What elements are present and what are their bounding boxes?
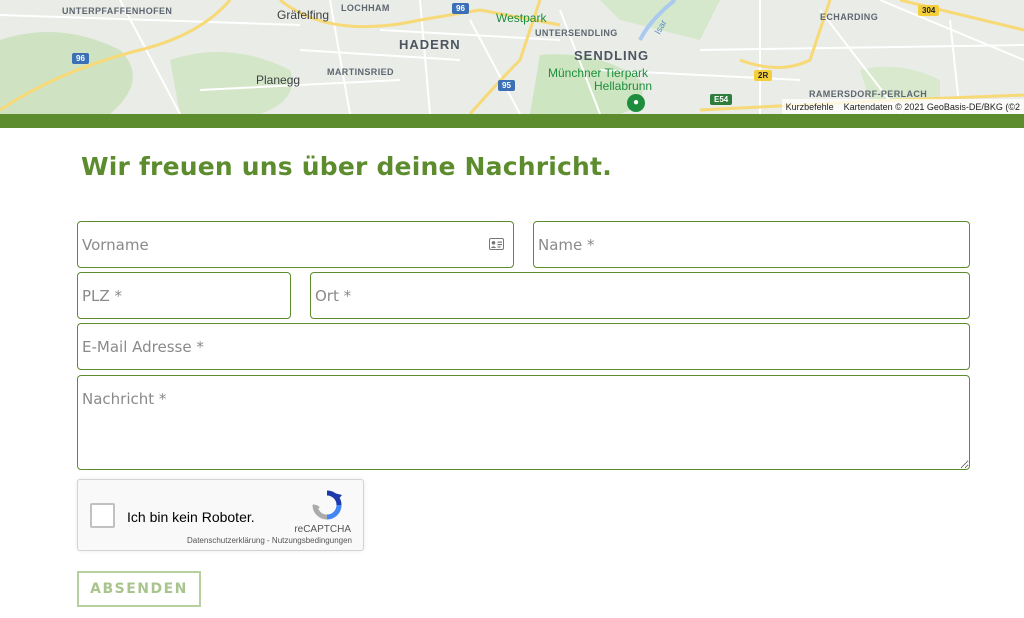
nachricht-textarea[interactable] [77,375,970,470]
paw-icon[interactable]: ● [627,94,645,112]
map-attribution: Kurzbefehle Kartendaten © 2021 GeoBasis-… [781,99,1024,114]
plz-input[interactable] [77,272,291,319]
recaptcha-links: Datenschutzerklärung - Nutzungsbedingung… [187,536,352,545]
form-heading: Wir freuen uns über deine Nachricht. [81,152,612,181]
recaptcha-label: Ich bin kein Roboter. [127,509,255,525]
recaptcha-logo-icon [312,490,342,520]
map-label-hellabrunn: Hellabrunn [594,79,653,93]
map-label-westpark: Westpark [496,11,547,25]
green-divider-bar [0,114,1024,128]
recaptcha-widget: Ich bin kein Roboter. reCAPTCHA Datensch… [77,479,364,551]
map-label-unterpfaffenhofen: UNTERPFAFFENHOFEN [62,6,173,16]
map-label-lochham: LOCHHAM [341,3,390,13]
submit-button[interactable]: ABSENDEN [77,571,201,607]
road-shield-304: 304 [918,5,940,16]
recaptcha-privacy-link[interactable]: Datenschutzerklärung [187,536,265,545]
map-label-planegg: Planegg [256,73,301,87]
name-input[interactable] [533,221,970,268]
contact-card-icon[interactable] [489,238,504,250]
motorway-shield-96-top: 96 [452,3,469,14]
recaptcha-checkbox[interactable] [90,503,115,528]
recaptcha-brand: reCAPTCHA [294,524,351,535]
email-input[interactable] [77,323,970,370]
map-label-graefelfing: Gräfelfing [277,8,330,22]
vorname-input[interactable] [77,221,514,268]
map-label-hadern: HADERN [399,37,461,52]
map-label-tierpark: Münchner Tierpark [548,66,649,80]
motorway-shield-95: 95 [498,80,515,91]
map-label-echarding: ECHARDING [820,12,879,22]
map-data-attribution: Kartendaten © 2021 GeoBasis-DE/BKG (©2 [843,101,1020,112]
recaptcha-link-separator: - [264,536,272,545]
map-label-sendling: SENDLING [574,48,650,63]
motorway-shield-96-left: 96 [72,53,89,64]
road-shield-2r: 2R [754,70,773,81]
map-label-untersendling: UNTERSENDLING [535,28,618,38]
map-label-martinsried: MARTINSRIED [327,67,394,77]
map-label-ramersdorf: RAMERSDORF-PERLACH [809,89,928,99]
map[interactable]: UNTERPFAFFENHOFEN Gräfelfing LOCHHAM Wes… [0,0,1024,114]
ort-input[interactable] [310,272,970,319]
road-shield-e54: E54 [710,94,733,105]
recaptcha-terms-link[interactable]: Nutzungsbedingungen [272,536,352,545]
map-shortcuts-link[interactable]: Kurzbefehle [786,102,834,112]
